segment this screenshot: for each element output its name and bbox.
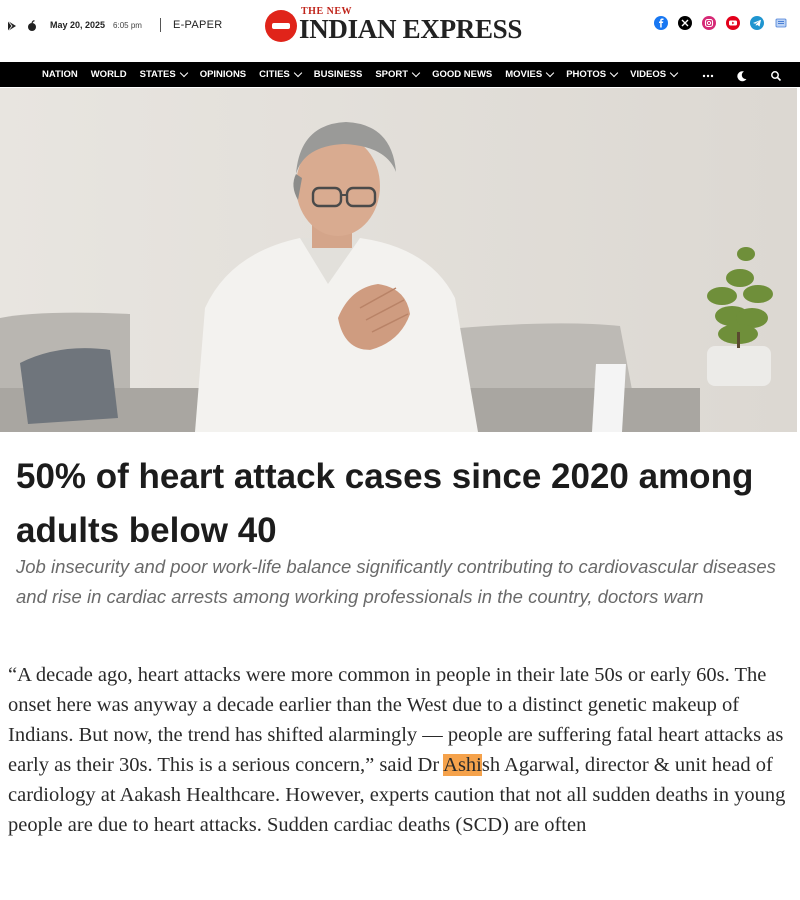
nav-item-label: WORLD <box>90 69 127 80</box>
nav-item-videos[interactable]: VIDEOS <box>630 68 679 80</box>
hero-image <box>0 88 797 432</box>
chevron-down-icon <box>179 68 188 78</box>
more-icon[interactable] <box>702 69 714 81</box>
nav-item-opinions[interactable]: OPINIONS <box>200 69 246 80</box>
nav-item-label: GOOD NEWS <box>432 69 493 80</box>
nav-item-world[interactable]: WORLD <box>91 69 127 80</box>
nav-items: NATION WORLD STATES OPINIONS CITIES BUSINESS S… <box>42 62 679 87</box>
logo-main-text: INDIAN EXPRESS <box>299 14 523 44</box>
nav-item-cities[interactable]: CITIES <box>259 68 303 80</box>
nav-item-nation[interactable]: NATION <box>42 69 78 80</box>
search-highlight: Ashi <box>443 754 482 776</box>
nav-item-label: MOVIES <box>505 69 543 80</box>
epaper-link[interactable]: E-PAPER <box>173 19 223 31</box>
nav-item-label: OPINIONS <box>199 69 247 80</box>
nav-item-label: VIDEOS <box>630 69 667 80</box>
article-headline: 50% of heart attack cases since 2020 amo… <box>16 457 754 550</box>
search-icon[interactable] <box>770 69 782 81</box>
news-icon[interactable] <box>774 16 788 30</box>
divider <box>159 18 161 32</box>
nav-item-label: BUSINESS <box>313 69 363 80</box>
chevron-down-icon <box>609 68 619 78</box>
facebook-icon[interactable] <box>654 16 668 30</box>
nav-item-movies[interactable]: MOVIES <box>505 68 555 80</box>
youtube-icon[interactable] <box>726 16 740 30</box>
nav-item-sport[interactable]: SPORT <box>375 68 421 80</box>
article-body: “A decade ago, heart attacks were more c… <box>8 660 788 840</box>
nav-item-good-news[interactable]: GOOD NEWS <box>432 69 492 80</box>
main-navigation: NATION WORLD STATES OPINIONS CITIES BUSINESS S… <box>0 62 800 87</box>
dark-mode-icon[interactable] <box>736 69 748 81</box>
telegram-icon[interactable] <box>750 16 764 30</box>
logo-emblem <box>265 10 297 42</box>
top-bar-left: May 20, 2025 6:05 pm E-PAPER <box>6 16 223 34</box>
nav-right-icons <box>702 62 782 87</box>
x-icon[interactable] <box>678 16 692 30</box>
nav-item-label: CITIES <box>259 69 290 80</box>
social-links <box>654 16 788 30</box>
chevron-down-icon <box>293 68 303 78</box>
instagram-icon[interactable] <box>702 16 716 30</box>
nav-item-label: SPORT <box>375 69 409 80</box>
nav-item-label: PHOTOS <box>566 69 607 80</box>
apple-icon[interactable] <box>26 19 38 31</box>
play-store-icon[interactable] <box>6 19 18 32</box>
chevron-down-icon <box>411 68 421 78</box>
nav-item-states[interactable]: STATES <box>139 68 188 80</box>
nav-item-business[interactable]: BUSINESS <box>314 69 363 80</box>
nav-item-label: NATION <box>42 69 78 80</box>
nav-item-photos[interactable]: PHOTOS <box>566 68 619 80</box>
chevron-down-icon <box>669 68 679 78</box>
top-bar: May 20, 2025 6:05 pm E-PAPER THE NEW IND… <box>0 0 800 62</box>
nav-item-label: STATES <box>139 69 176 80</box>
current-date: May 20, 2025 <box>50 20 106 30</box>
current-time: 6:05 pm <box>113 20 142 30</box>
chevron-down-icon <box>545 68 555 78</box>
article-standfirst: Job insecurity and poor work-life balanc… <box>16 556 776 607</box>
